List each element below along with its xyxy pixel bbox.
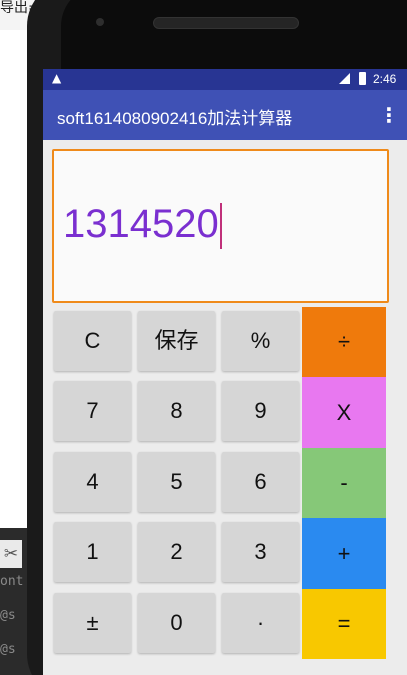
key-digit-3-button[interactable]: 3 xyxy=(222,522,299,582)
result-display[interactable]: 1314520 xyxy=(52,149,389,303)
scissors-icon[interactable]: ✂ xyxy=(0,540,22,568)
key-digit-1-button[interactable]: 1 xyxy=(54,522,131,582)
warning-icon: ▲ xyxy=(52,71,62,85)
key-digit-6-button[interactable]: 6 xyxy=(222,452,299,512)
key-divide-button[interactable]: ÷ xyxy=(302,307,386,377)
text-cursor xyxy=(219,203,222,250)
console-line-1: ont xyxy=(0,574,24,589)
desktop-stage: 导出= ont @s @s ✂ ▲ 2:46 soft1614080902416… xyxy=(0,0,407,675)
key-digit-5-button[interactable]: 5 xyxy=(138,452,215,512)
status-bar: ▲ 2:46 xyxy=(43,69,407,90)
key-digit-4-button[interactable]: 4 xyxy=(54,452,131,512)
camera-icon xyxy=(96,18,104,26)
key-plus-minus-button[interactable]: ± xyxy=(54,593,131,653)
display-value: 1314520 xyxy=(63,202,219,246)
key-digit-0-button[interactable]: 0 xyxy=(138,593,215,653)
key-percent-button[interactable]: % xyxy=(222,311,299,371)
key-digit-7-button[interactable]: 7 xyxy=(54,381,131,441)
key-digit-2-button[interactable]: 2 xyxy=(138,522,215,582)
signal-icon xyxy=(339,73,350,84)
overflow-menu-icon[interactable]: ⋮ xyxy=(379,102,399,128)
battery-icon xyxy=(359,72,366,85)
app-title: soft1614080902416加法计算器 xyxy=(57,109,293,128)
key-add-button[interactable]: + xyxy=(302,518,386,589)
display-value-wrap: 1314520 xyxy=(63,202,222,250)
key-digit-8-button[interactable]: 8 xyxy=(138,381,215,441)
speaker-grille xyxy=(153,17,299,29)
status-time: 2:46 xyxy=(373,72,397,86)
key-multiply-button[interactable]: X xyxy=(302,377,386,448)
key-equals-button[interactable]: = xyxy=(302,589,386,659)
console-line-2: @s xyxy=(0,608,16,623)
key-save-button[interactable]: 保存 xyxy=(138,311,215,371)
console-line-3: @s xyxy=(0,642,16,657)
key-subtract-button[interactable]: - xyxy=(302,448,386,518)
key-decimal-point-button[interactable]: · xyxy=(222,593,299,653)
key-clear-button[interactable]: C xyxy=(54,311,131,371)
key-digit-9-button[interactable]: 9 xyxy=(222,381,299,441)
phone-screen: ▲ 2:46 soft1614080902416加法计算器 ⋮ 1314520 … xyxy=(43,69,407,675)
app-bar: soft1614080902416加法计算器 ⋮ xyxy=(43,90,407,140)
